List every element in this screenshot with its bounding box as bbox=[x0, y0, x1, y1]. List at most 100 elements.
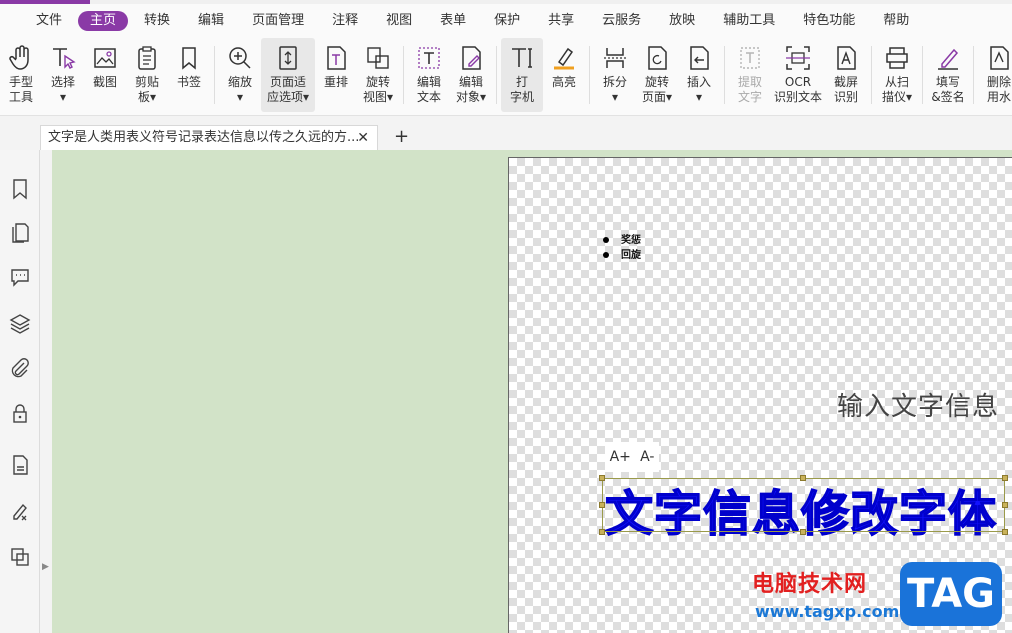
menu-convert[interactable]: 转换 bbox=[132, 11, 182, 31]
ribbon-separator bbox=[589, 46, 590, 104]
select-button[interactable]: 选择 ▾ bbox=[42, 38, 84, 112]
ocr-button[interactable]: OCR 识别文本 bbox=[771, 38, 825, 112]
font-size-toolbar: A+ A- bbox=[605, 442, 659, 472]
comments-panel-icon[interactable] bbox=[9, 266, 31, 288]
menu-share[interactable]: 共享 bbox=[536, 11, 586, 31]
page-info-panel-icon[interactable] bbox=[9, 454, 31, 476]
resize-handle[interactable] bbox=[599, 529, 605, 535]
menu-page-manage[interactable]: 页面管理 bbox=[240, 11, 316, 31]
ribbon-separator bbox=[214, 46, 215, 104]
bookmark-icon bbox=[182, 47, 196, 70]
font-increase-button[interactable]: A+ bbox=[610, 449, 631, 465]
hand-icon bbox=[9, 45, 29, 70]
bookmark-button[interactable]: 书签 bbox=[168, 38, 210, 112]
menu-form[interactable]: 表单 bbox=[428, 11, 478, 31]
reflow-icon bbox=[327, 46, 346, 70]
resize-handle[interactable] bbox=[599, 502, 605, 508]
ribbon-separator bbox=[403, 46, 404, 104]
select-text-icon bbox=[53, 48, 76, 69]
list-item: 奖惩 bbox=[601, 233, 641, 248]
screenshot-icon bbox=[94, 48, 116, 68]
scanner-button[interactable]: 从扫 描仪▾ bbox=[876, 38, 918, 112]
zoom-label: 缩放 ▾ bbox=[227, 75, 252, 104]
highlight-label: 高亮 bbox=[551, 75, 576, 89]
resize-handle[interactable] bbox=[1002, 529, 1008, 535]
add-tab-button[interactable]: + bbox=[394, 126, 409, 147]
attachment-panel-icon[interactable] bbox=[9, 357, 31, 379]
ribbon-separator bbox=[871, 46, 872, 104]
menu-home[interactable]: 主页 bbox=[78, 11, 129, 31]
remove-watermark-button[interactable]: 删除 用水 bbox=[978, 38, 1012, 112]
extract-text-button[interactable]: 提取 文字 bbox=[729, 38, 771, 112]
layers-panel-icon[interactable] bbox=[9, 312, 31, 334]
insert-button[interactable]: 插入 ▾ bbox=[678, 38, 720, 112]
fit-page-button[interactable]: 页面适 应选项▾ bbox=[261, 38, 315, 112]
reflow-button[interactable]: 重排 bbox=[315, 38, 357, 112]
scanner-label: 从扫 描仪▾ bbox=[881, 75, 913, 104]
resize-handle[interactable] bbox=[599, 475, 605, 481]
rotate-view-button[interactable]: 旋转 视图▾ bbox=[357, 38, 399, 112]
fill-sign-icon bbox=[938, 48, 959, 70]
list-item: 回旋 bbox=[601, 248, 641, 263]
edit-text-label: 编辑 文本 bbox=[416, 75, 441, 104]
signature-panel-icon[interactable] bbox=[9, 501, 31, 523]
font-decrease-button[interactable]: A- bbox=[640, 449, 654, 465]
typed-text-box[interactable]: 输入文字信息 bbox=[837, 386, 999, 423]
resize-handle[interactable] bbox=[1002, 475, 1008, 481]
menu-cloud[interactable]: 云服务 bbox=[590, 11, 653, 31]
ribbon-separator bbox=[724, 46, 725, 104]
hand-tool-button[interactable]: 手型 工具 bbox=[0, 38, 42, 112]
bookmark-panel-icon[interactable] bbox=[9, 178, 31, 200]
menu-bar: 文件 主页 转换 编辑 页面管理 注释 视图 表单 保护 共享 云服务 放映 辅… bbox=[0, 4, 1012, 38]
close-tab-icon[interactable]: ✕ bbox=[357, 126, 369, 150]
extract-text-label: 提取 文字 bbox=[737, 75, 762, 104]
split-icon bbox=[604, 48, 626, 68]
zoom-icon bbox=[229, 47, 251, 69]
watermark-tag-logo: TAG bbox=[900, 562, 1002, 626]
sidebar-expand-icon[interactable]: ▶ bbox=[42, 562, 49, 572]
resize-handle[interactable] bbox=[800, 475, 806, 481]
scanner-icon bbox=[886, 47, 908, 69]
resize-handle[interactable] bbox=[800, 529, 806, 535]
selection-box[interactable] bbox=[602, 478, 1005, 532]
ribbon-toolbar: 手型 工具 选择 ▾ 截图 剪贴 板▾ 书签 缩放 ▾ 页面适 应选项▾ 重排 … bbox=[0, 38, 1012, 116]
screen-ocr-label: 截屏 识别 bbox=[833, 75, 858, 104]
typewriter-button[interactable]: 打 字机 bbox=[501, 38, 543, 112]
select-label: 选择 ▾ bbox=[50, 75, 75, 104]
split-button[interactable]: 拆分 ▾ bbox=[594, 38, 636, 112]
ocr-icon bbox=[786, 46, 810, 70]
menu-protect[interactable]: 保护 bbox=[482, 11, 532, 31]
clipboard-button[interactable]: 剪贴 板▾ bbox=[126, 38, 168, 112]
remove-watermark-label: 删除 用水 bbox=[986, 75, 1011, 104]
typewriter-icon bbox=[512, 48, 532, 68]
menu-file[interactable]: 文件 bbox=[24, 11, 74, 31]
menu-view[interactable]: 视图 bbox=[374, 11, 424, 31]
typewriter-label: 打 字机 bbox=[509, 75, 534, 104]
ribbon-separator bbox=[922, 46, 923, 104]
menu-accessibility[interactable]: 辅助工具 bbox=[711, 11, 787, 31]
security-panel-icon[interactable] bbox=[9, 402, 31, 424]
document-tab[interactable]: 文字是人类用表义符号记录表达信息以传之久远的方... ✕ bbox=[40, 125, 378, 150]
edit-object-label: 编辑 对象▾ bbox=[455, 75, 487, 104]
edit-text-button[interactable]: 编辑 文本 bbox=[408, 38, 450, 112]
resize-handle[interactable] bbox=[1002, 502, 1008, 508]
menu-help[interactable]: 帮助 bbox=[871, 11, 921, 31]
screen-ocr-button[interactable]: 截屏 识别 bbox=[825, 38, 867, 112]
clipboard-icon bbox=[138, 46, 156, 70]
compare-panel-icon[interactable] bbox=[9, 546, 31, 568]
screenshot-button[interactable]: 截图 bbox=[84, 38, 126, 112]
bullet-list: 奖惩 回旋 bbox=[601, 233, 641, 263]
edit-object-button[interactable]: 编辑 对象▾ bbox=[450, 38, 492, 112]
fill-sign-button[interactable]: 填写 &签名 bbox=[927, 38, 969, 112]
highlight-button[interactable]: 高亮 bbox=[543, 38, 585, 112]
zoom-button[interactable]: 缩放 ▾ bbox=[219, 38, 261, 112]
reflow-label: 重排 bbox=[323, 75, 348, 89]
menu-slideshow[interactable]: 放映 bbox=[657, 11, 707, 31]
menu-features[interactable]: 特色功能 bbox=[791, 11, 867, 31]
edit-text-icon bbox=[418, 47, 440, 69]
fill-sign-label: 填写 &签名 bbox=[931, 75, 965, 104]
pages-panel-icon[interactable] bbox=[9, 222, 31, 244]
menu-edit[interactable]: 编辑 bbox=[186, 11, 236, 31]
rotate-page-button[interactable]: 旋转 页面▾ bbox=[636, 38, 678, 112]
menu-annotate[interactable]: 注释 bbox=[320, 11, 370, 31]
